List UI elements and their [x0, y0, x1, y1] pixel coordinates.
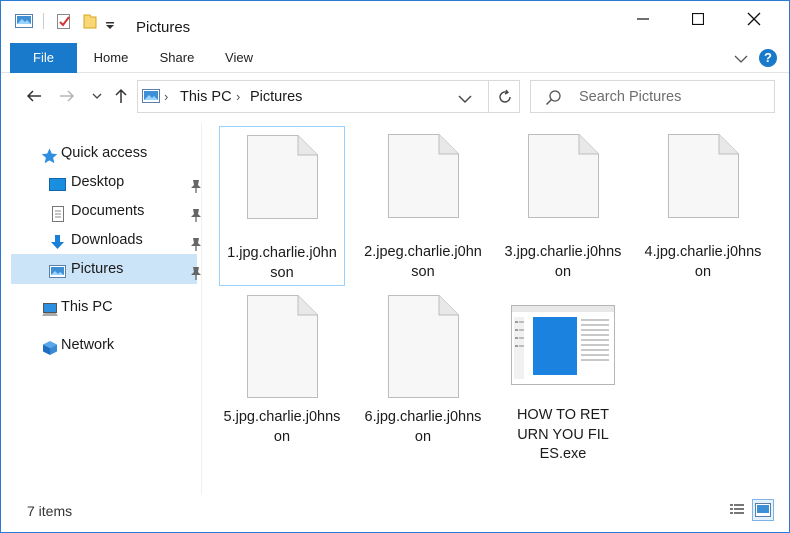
back-arrow-icon — [26, 90, 41, 102]
window-icon — [15, 13, 33, 29]
blank-document-icon — [668, 134, 739, 218]
navigation-pane: Quick access Desktop Documents Downloads — [1, 123, 201, 495]
close-button[interactable] — [726, 1, 782, 37]
sidebar-item-desktop[interactable]: Desktop — [11, 167, 201, 197]
sidebar-item-label: Pictures — [71, 261, 124, 277]
file-name: HOW TO RETURN YOU FILES.exe — [516, 407, 610, 462]
minimize-button[interactable] — [615, 1, 671, 37]
file-item[interactable]: 3.jpg.charlie.j0hnson — [500, 127, 626, 285]
chevron-down-icon — [92, 93, 102, 99]
file-item[interactable]: 6.jpg.charlie.j0hnson — [360, 293, 486, 451]
minimize-icon — [637, 18, 649, 20]
file-name: 1.jpg.charlie.j0hnson — [227, 245, 337, 281]
search-input[interactable]: Search Pictures — [530, 80, 775, 113]
blank-document-icon — [528, 134, 599, 218]
customize-toolbar-icon[interactable] — [105, 17, 123, 33]
blank-document-icon — [388, 295, 459, 398]
large-icons-view-button[interactable] — [752, 499, 774, 521]
computer-icon — [41, 299, 58, 316]
file-item[interactable]: 4.jpg.charlie.j0hnson — [640, 127, 766, 285]
file-name: 2.jpeg.charlie.j0hnson — [364, 244, 482, 280]
tab-home[interactable]: Home — [83, 43, 139, 73]
breadcrumb-separator-icon[interactable]: › — [164, 89, 168, 104]
search-icon — [545, 89, 562, 109]
pictures-icon — [49, 261, 66, 278]
blank-document-icon — [388, 134, 459, 218]
item-count: 7 items — [27, 503, 73, 519]
nav-network-label: Network — [61, 337, 115, 353]
breadcrumb-pictures[interactable]: Pictures — [250, 89, 302, 105]
nav-this-pc-label: This PC — [61, 299, 113, 315]
help-button[interactable]: ? — [759, 49, 777, 67]
nav-quick-access[interactable]: Quick access — [11, 138, 197, 168]
file-name: 3.jpg.charlie.j0hnson — [504, 244, 622, 280]
sidebar-item-label: Documents — [71, 203, 145, 219]
address-dropdown-icon[interactable] — [458, 91, 472, 107]
details-view-button[interactable] — [726, 499, 748, 521]
file-item[interactable]: 2.jpeg.charlie.j0hnson — [360, 127, 486, 285]
sidebar-item-label: Downloads — [71, 232, 143, 248]
file-item[interactable]: 1.jpg.charlie.j0hnson — [219, 126, 345, 286]
nav-network[interactable]: Network — [11, 330, 197, 360]
up-arrow-icon — [115, 88, 127, 103]
refresh-icon — [498, 89, 511, 103]
maximize-icon — [692, 13, 704, 25]
new-folder-icon[interactable] — [81, 13, 99, 29]
desktop-icon — [49, 174, 66, 191]
breadcrumb-this-pc[interactable]: This PC — [180, 89, 232, 105]
file-item[interactable]: HOW TO RETURN YOU FILES.exe — [500, 293, 626, 463]
close-icon — [747, 12, 761, 26]
blank-document-icon — [247, 295, 318, 398]
pictures-location-icon — [142, 89, 160, 107]
pane-divider[interactable] — [201, 123, 202, 495]
file-name: 4.jpg.charlie.j0hnson — [644, 244, 762, 280]
nav-quick-access-label: Quick access — [61, 145, 148, 161]
star-icon — [41, 145, 58, 164]
expand-ribbon-icon[interactable] — [734, 51, 748, 67]
window-title: Pictures — [136, 19, 191, 36]
refresh-button[interactable] — [488, 81, 520, 112]
sidebar-item-documents[interactable]: Documents — [11, 196, 201, 226]
sidebar-item-downloads[interactable]: Downloads — [11, 225, 201, 255]
sidebar-item-pictures[interactable]: Pictures — [11, 254, 201, 284]
nav-this-pc[interactable]: This PC — [11, 292, 197, 322]
breadcrumb-separator-icon[interactable]: › — [236, 89, 240, 104]
tab-share[interactable]: Share — [149, 43, 205, 73]
file-item[interactable]: 5.jpg.charlie.j0hnson — [219, 293, 345, 451]
properties-icon[interactable] — [55, 13, 73, 29]
forward-button[interactable] — [56, 83, 78, 109]
recent-locations-button[interactable] — [86, 83, 108, 109]
details-view-icon — [730, 504, 744, 514]
up-button[interactable] — [110, 83, 132, 109]
forward-arrow-icon — [60, 90, 75, 102]
executable-thumbnail-icon — [511, 305, 615, 385]
ribbon-tabs: File Home Share View ? — [1, 43, 789, 73]
tab-file[interactable]: File — [10, 43, 77, 73]
address-bar[interactable]: › This PC › Pictures — [137, 80, 520, 113]
file-name: 5.jpg.charlie.j0hnson — [223, 409, 341, 445]
sidebar-item-label: Desktop — [71, 174, 125, 190]
documents-icon — [49, 203, 66, 222]
search-placeholder: Search Pictures — [579, 89, 682, 105]
maximize-button[interactable] — [670, 1, 726, 37]
downloads-icon — [49, 232, 66, 249]
network-icon — [41, 337, 58, 355]
toolbar-separator — [43, 13, 44, 29]
explorer-window: Pictures File Home Share View ? › This P… — [0, 0, 790, 533]
title-bar: Pictures — [1, 1, 789, 39]
file-name: 6.jpg.charlie.j0hnson — [364, 409, 482, 445]
large-icons-view-icon — [755, 503, 771, 517]
tab-view[interactable]: View — [213, 43, 265, 73]
back-button[interactable] — [23, 83, 45, 109]
blank-document-icon — [247, 135, 318, 219]
